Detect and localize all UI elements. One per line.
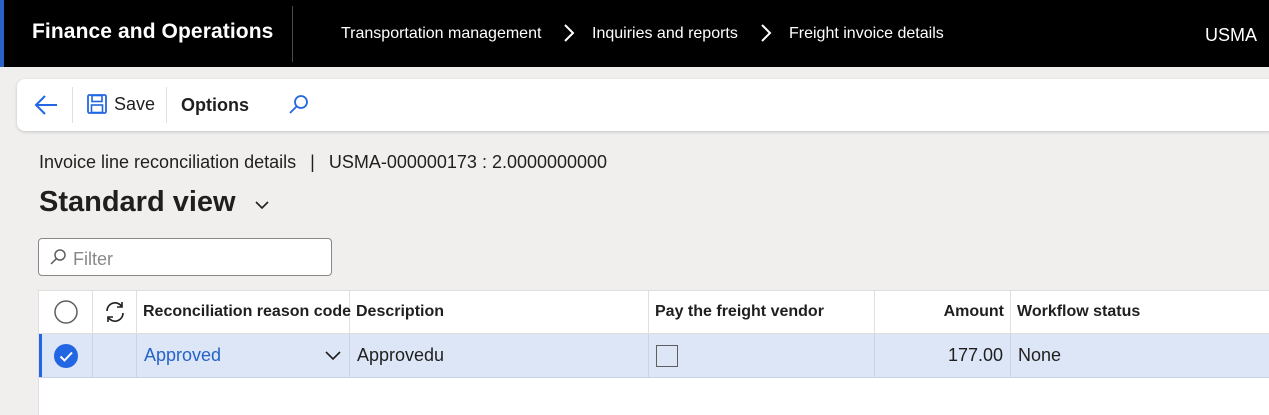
view-name: Standard view (39, 186, 236, 218)
options-label: Options (181, 95, 249, 115)
action-pane-divider (72, 87, 73, 123)
search-icon (50, 249, 66, 265)
reconciliation-grid: Reconciliation reason code Description P… (38, 290, 1269, 415)
row-spacer-cell (93, 334, 137, 378)
breadcrumb-freight-invoice-details: Freight invoice details (789, 25, 944, 42)
breadcrumb-inquiries-and-reports[interactable]: Inquiries and reports (592, 25, 738, 43)
reason-code-lookup[interactable]: Approved (137, 334, 350, 378)
action-pane-divider (166, 87, 167, 123)
refresh-icon (105, 302, 124, 322)
app-title[interactable]: Finance and Operations (32, 20, 273, 44)
breadcrumb-transportation-management[interactable]: Transportation management (341, 25, 541, 43)
workflow-status-value: None (1018, 345, 1062, 365)
select-all-circle-icon (53, 300, 78, 324)
save-label: Save (114, 93, 156, 114)
chevron-right-icon (564, 24, 575, 42)
save-button[interactable]: Save (86, 93, 155, 115)
caption-separator: | (310, 152, 315, 172)
page-caption: Invoice line reconciliation details | USMA… (39, 152, 607, 173)
caption-record-id: USMA-000000173 : 2.0000000000 (328, 152, 608, 172)
description-cell[interactable]: Approvedu (350, 334, 649, 378)
reason-code-value[interactable]: Approved (144, 345, 221, 366)
column-header-amount[interactable]: Amount (875, 291, 1011, 334)
workflow-status-cell: None (1011, 334, 1269, 378)
amount-value: 177.00 (947, 345, 1003, 365)
navigation-bar: Finance and Operations Transportation ma… (0, 0, 1269, 67)
table-row[interactable]: Approved Approvedu 177.00 None (39, 334, 1269, 378)
pay-freight-vendor-checkbox[interactable] (656, 344, 678, 367)
back-arrow-icon (34, 95, 57, 115)
chevron-down-icon[interactable] (324, 350, 342, 362)
select-all-header[interactable] (39, 291, 93, 334)
search-button[interactable] (287, 93, 311, 117)
row-select-cell[interactable] (39, 334, 93, 378)
caption-form-name: Invoice line reconciliation details (39, 152, 297, 172)
action-pane: Save Options (17, 79, 1269, 131)
refresh-header[interactable] (93, 291, 137, 334)
column-header-pay-the-freight-vendor[interactable]: Pay the freight vendor (649, 291, 875, 334)
nav-divider (292, 6, 293, 62)
save-icon (87, 94, 107, 114)
filter-input[interactable] (71, 246, 325, 272)
description-value: Approvedu (357, 345, 445, 365)
chevron-right-icon (761, 24, 772, 42)
filter-field[interactable] (38, 238, 332, 276)
company-picker[interactable]: USMA (1205, 25, 1257, 46)
column-header-reconciliation-reason-code[interactable]: Reconciliation reason code (137, 291, 351, 334)
search-icon (289, 95, 308, 114)
nav-accent-strip (0, 0, 4, 67)
back-button[interactable] (33, 93, 59, 117)
column-header-description[interactable]: Description (350, 291, 649, 334)
checkmark-circle-icon[interactable] (53, 343, 79, 369)
view-selector[interactable]: Standard view (39, 186, 236, 219)
column-header-workflow-status[interactable]: Workflow status (1011, 291, 1269, 334)
options-tab[interactable]: Options (181, 95, 249, 116)
amount-cell[interactable]: 177.00 (875, 334, 1011, 378)
pay-freight-vendor-cell[interactable] (649, 334, 875, 378)
chevron-down-icon[interactable] (254, 200, 270, 210)
